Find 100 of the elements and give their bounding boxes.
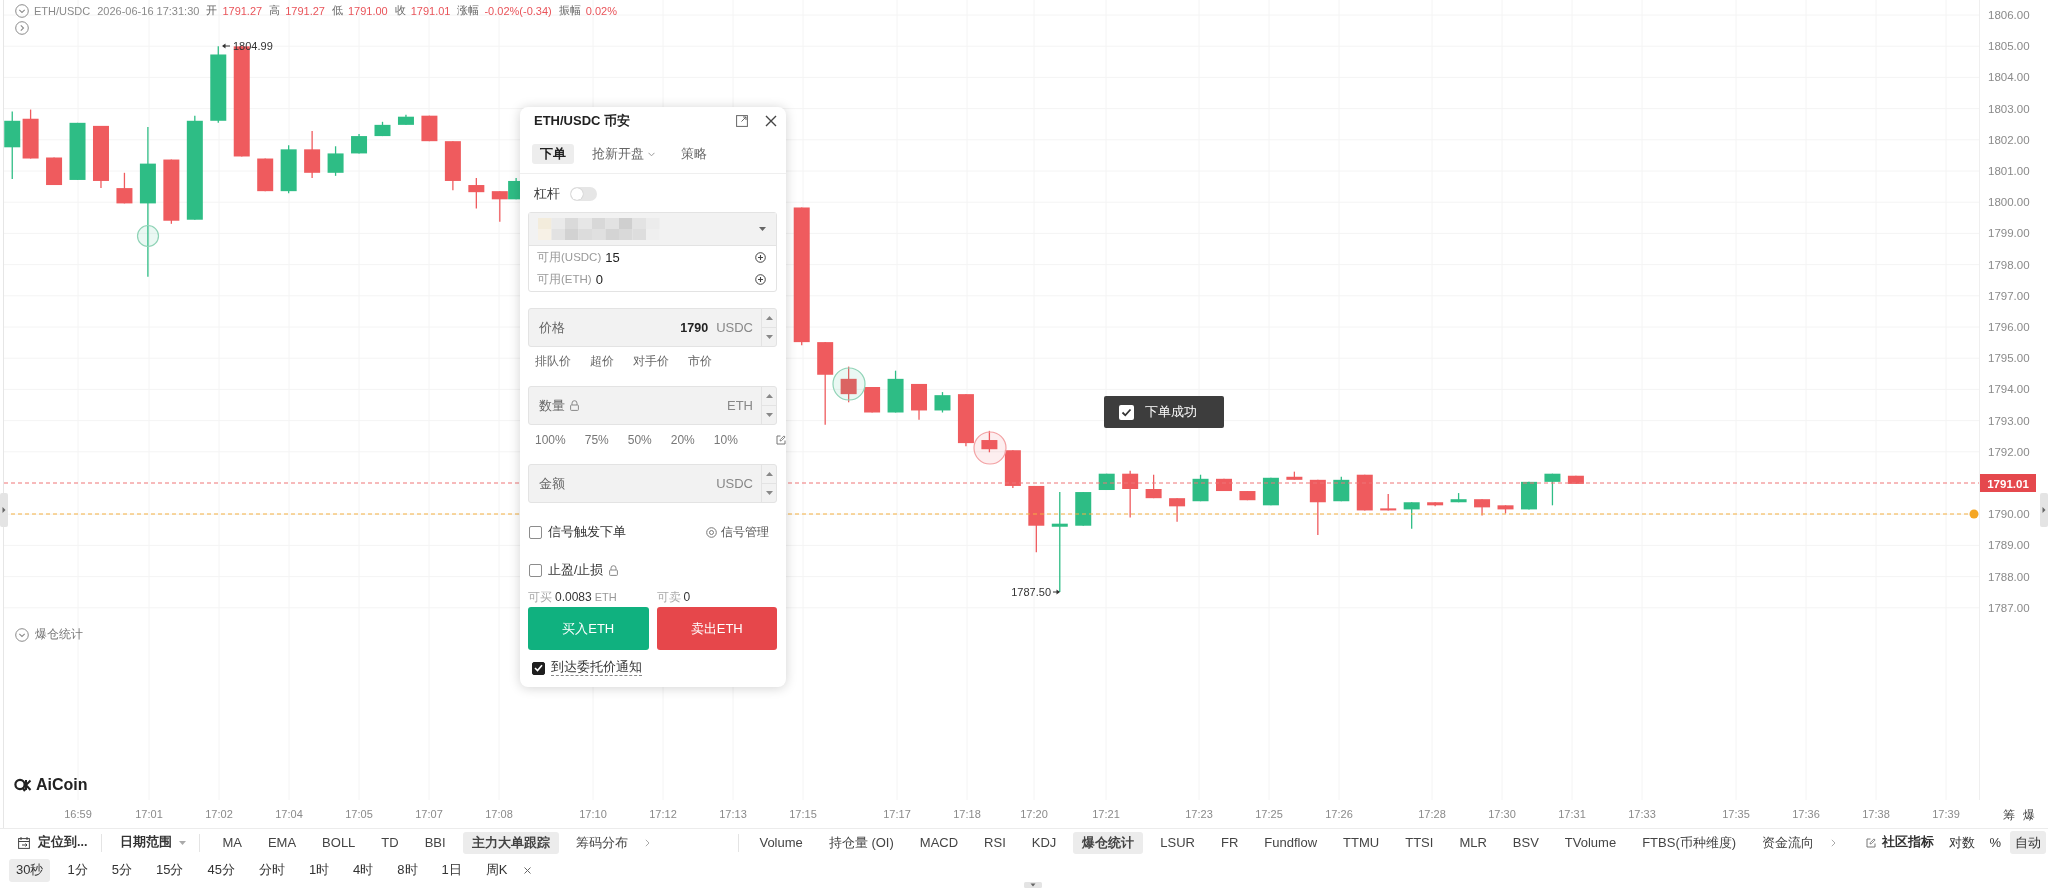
- caret-up-icon[interactable]: [765, 394, 773, 398]
- scale-option[interactable]: %: [1984, 831, 2006, 854]
- indicator-tab[interactable]: 筹码分布: [566, 831, 637, 854]
- popout-icon[interactable]: [736, 115, 748, 127]
- indicator-tab[interactable]: TD: [372, 831, 408, 854]
- indicator-tab[interactable]: TTMU: [1334, 831, 1389, 854]
- indicator-tab[interactable]: BOLL: [313, 831, 365, 854]
- signal-manage-button[interactable]: 信号管理: [706, 523, 777, 541]
- percent-option[interactable]: 10%: [713, 433, 738, 447]
- checkbox[interactable]: [529, 563, 542, 577]
- time-axis-label: 17:17: [883, 808, 911, 820]
- indicator-tab[interactable]: 主力大单跟踪: [462, 831, 559, 854]
- indicator-tab[interactable]: MACD: [910, 831, 968, 854]
- close-icon[interactable]: [524, 866, 532, 874]
- indicator-tab[interactable]: FR: [1212, 831, 1248, 854]
- period-tab[interactable]: 分时: [251, 858, 292, 882]
- indicator-tab[interactable]: MLR: [1450, 831, 1496, 854]
- check-icon: [1119, 404, 1134, 420]
- plus-circle-icon[interactable]: [755, 251, 766, 263]
- candle: [4, 110, 21, 180]
- indicator-tab[interactable]: 爆仓统计: [1073, 831, 1144, 854]
- caret-down-icon[interactable]: [765, 335, 773, 339]
- locate-button[interactable]: 定位到...: [18, 834, 88, 851]
- price-axis-label: 1789.00: [1988, 539, 2030, 552]
- indicator-tab[interactable]: 持仓量 (OI): [819, 831, 903, 854]
- period-tab[interactable]: 1分: [60, 858, 95, 882]
- axis-toggle[interactable]: 筹: [2003, 808, 2015, 822]
- panel-handle-icon[interactable]: [0, 493, 8, 527]
- lock-icon[interactable]: [609, 564, 619, 576]
- price-option[interactable]: 排队价: [535, 353, 571, 369]
- period-tab[interactable]: 45分: [200, 858, 242, 882]
- panel-tab[interactable]: 下单: [532, 144, 574, 164]
- indicator-tab[interactable]: TTSI: [1396, 831, 1443, 854]
- axis-toggle[interactable]: 爆: [2023, 808, 2035, 822]
- checkbox[interactable]: [529, 525, 542, 539]
- edit-icon[interactable]: [775, 435, 786, 445]
- panel-handle-icon[interactable]: [1024, 882, 1042, 888]
- indicator-tab[interactable]: Volume: [750, 831, 812, 854]
- price-option[interactable]: 市价: [688, 353, 712, 369]
- caret-down-icon[interactable]: [765, 413, 773, 417]
- panel-handle-icon[interactable]: [2040, 493, 2048, 527]
- panel-tab[interactable]: 策略: [673, 144, 715, 164]
- order-dot-icon[interactable]: [1969, 509, 1979, 519]
- percent-option[interactable]: 50%: [627, 433, 652, 447]
- chevron-right-icon[interactable]: [644, 838, 650, 847]
- sell-button[interactable]: 卖出ETH: [656, 607, 777, 650]
- period-tab[interactable]: 1时: [301, 858, 337, 882]
- candle: [444, 140, 461, 191]
- community-indicator-button[interactable]: 社区指标: [1866, 834, 1935, 851]
- indicator-tab[interactable]: BSV: [1503, 831, 1548, 854]
- chevron-down-circle-icon[interactable]: [15, 627, 29, 642]
- price-field[interactable]: 价格 1790 USDC: [528, 308, 777, 347]
- scale-option[interactable]: 自动: [2010, 831, 2046, 854]
- indicator-tab[interactable]: EMA: [258, 831, 306, 854]
- period-tab[interactable]: 8时: [390, 858, 425, 882]
- lock-icon[interactable]: [570, 400, 579, 411]
- percent-option[interactable]: 20%: [670, 433, 695, 447]
- period-tab[interactable]: 4时: [346, 858, 381, 882]
- caret-down-icon[interactable]: [759, 227, 766, 231]
- edit-icon[interactable]: [1866, 837, 1877, 848]
- value-input[interactable]: 1790: [676, 318, 709, 337]
- quantity-field[interactable]: 数量 ETH: [528, 386, 777, 425]
- chevron-down-icon: [648, 151, 655, 157]
- percent-option[interactable]: 75%: [584, 433, 609, 447]
- period-tab[interactable]: 1日: [434, 858, 469, 882]
- chevron-down-circle-icon[interactable]: [15, 3, 29, 18]
- price-option[interactable]: 对手价: [633, 353, 669, 369]
- period-tab[interactable]: 5分: [104, 858, 139, 882]
- indicator-tab[interactable]: BBI: [415, 831, 455, 854]
- period-tab[interactable]: 30秒: [9, 858, 51, 882]
- time-axis-label: 17:30: [1488, 808, 1516, 820]
- panel-tab[interactable]: 抢新开盘: [584, 144, 663, 164]
- ring-marker-icon: [973, 431, 1007, 465]
- checkbox[interactable]: [532, 661, 545, 675]
- indicator-tab[interactable]: 资金流向: [1753, 831, 1824, 854]
- chevron-right-circle-icon[interactable]: [15, 21, 29, 35]
- scale-option[interactable]: 对数: [1944, 831, 1981, 854]
- price-option[interactable]: 超价: [590, 353, 614, 369]
- period-tab[interactable]: 15分: [148, 858, 191, 882]
- candle: [1192, 474, 1209, 502]
- percent-option[interactable]: 100%: [535, 433, 566, 447]
- checkbox-label: 到达委托价通知: [551, 660, 642, 676]
- indicator-tab[interactable]: TVolume: [1555, 831, 1626, 854]
- caret-up-icon[interactable]: [765, 472, 773, 476]
- indicator-tab[interactable]: FTBS(币种维度): [1633, 831, 1746, 854]
- close-icon[interactable]: [765, 115, 777, 127]
- indicator-tab[interactable]: Fundflow: [1255, 831, 1327, 854]
- leverage-toggle[interactable]: [570, 187, 597, 201]
- period-tab[interactable]: 周K: [478, 858, 515, 882]
- indicator-tab[interactable]: MA: [213, 831, 251, 854]
- caret-down-icon[interactable]: [765, 491, 773, 495]
- candle: [1309, 479, 1326, 536]
- caret-up-icon[interactable]: [765, 316, 773, 320]
- indicator-tab[interactable]: LSUR: [1151, 831, 1204, 854]
- indicator-tab[interactable]: KDJ: [1022, 831, 1066, 854]
- date-range-button[interactable]: 日期范围: [120, 834, 187, 851]
- amount-field[interactable]: 金额 USDC: [528, 464, 777, 503]
- plus-circle-icon[interactable]: [755, 273, 766, 285]
- chevron-right-icon[interactable]: [1831, 838, 1837, 847]
- indicator-tab[interactable]: RSI: [975, 831, 1015, 854]
